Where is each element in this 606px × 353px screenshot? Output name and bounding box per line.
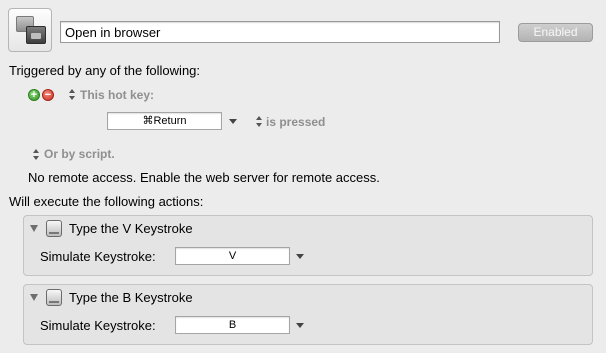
remote-access-note: No remote access. Enable the web server … xyxy=(28,170,380,185)
add-icon[interactable]: + xyxy=(28,89,40,101)
script-trigger-stepper-icon[interactable] xyxy=(33,149,40,160)
simulate-keystroke-label: Simulate Keystroke: xyxy=(40,249,156,264)
hotkey-trigger-label: This hot key: xyxy=(80,88,155,102)
keystroke-field[interactable]: B xyxy=(175,316,290,334)
trigger-heading: Triggered by any of the following: xyxy=(9,63,201,78)
keystroke-field[interactable]: V xyxy=(175,247,290,265)
chevron-down-icon[interactable] xyxy=(296,323,304,328)
macro-name-field[interactable]: Open in browser xyxy=(60,21,500,43)
remove-icon[interactable]: − xyxy=(42,89,54,101)
trigger-type-stepper-icon[interactable] xyxy=(69,89,76,100)
simulate-keystroke-label: Simulate Keystroke: xyxy=(40,318,156,333)
keyboard-icon xyxy=(46,220,62,237)
hotkey-condition-label: is pressed xyxy=(266,115,326,129)
disclosure-triangle-icon[interactable] xyxy=(30,225,38,232)
chevron-down-icon[interactable] xyxy=(229,119,237,124)
hotkey-condition-stepper-icon[interactable] xyxy=(256,116,263,127)
hotkey-field[interactable]: ⌘Return xyxy=(107,112,222,130)
enabled-button[interactable]: Enabled xyxy=(518,23,593,42)
action-item-v-keystroke[interactable]: Type the V Keystroke Simulate Keystroke:… xyxy=(23,215,593,276)
actions-heading: Will execute the following actions: xyxy=(9,194,204,209)
macro-group-icon[interactable] xyxy=(8,8,52,52)
macro-icon-front-square xyxy=(26,26,46,44)
action-title: Type the V Keystroke xyxy=(69,221,193,236)
action-item-b-keystroke[interactable]: Type the B Keystroke Simulate Keystroke:… xyxy=(23,284,593,345)
keyboard-icon xyxy=(46,289,62,306)
chevron-down-icon[interactable] xyxy=(296,254,304,259)
disclosure-triangle-icon[interactable] xyxy=(30,294,38,301)
script-trigger-label: Or by script. xyxy=(44,147,115,161)
action-title: Type the B Keystroke xyxy=(69,290,193,305)
